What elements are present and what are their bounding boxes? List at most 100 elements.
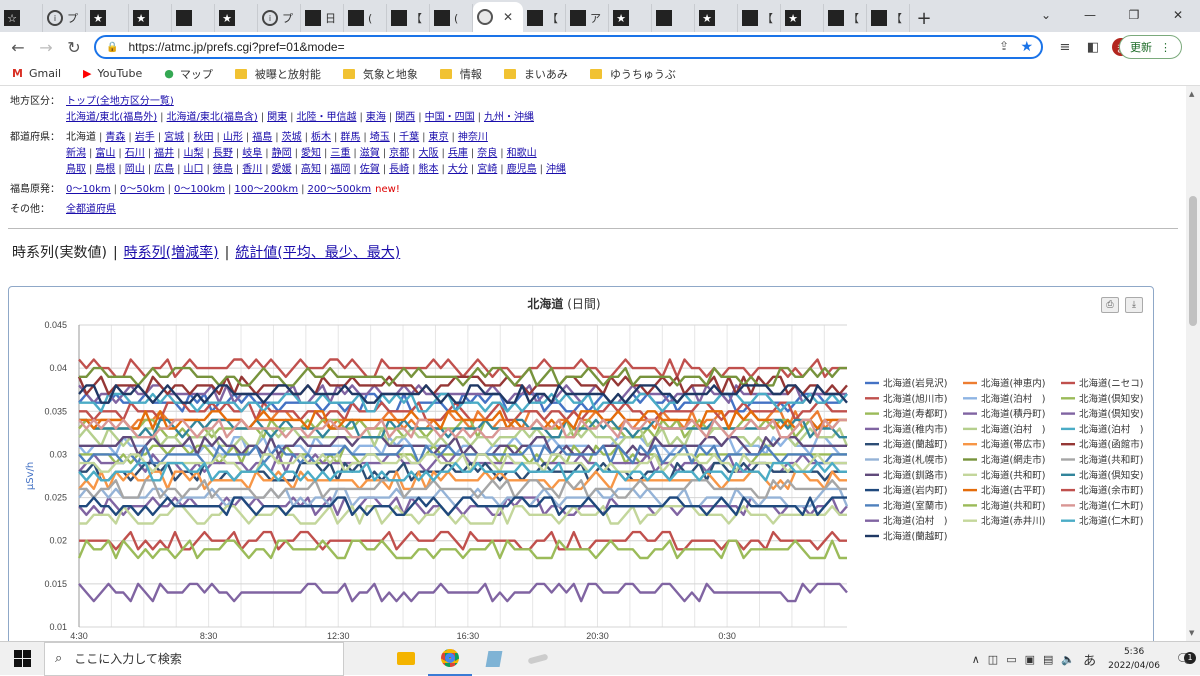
media-icon[interactable]: ≡ bbox=[1052, 32, 1078, 62]
prefecture-link[interactable]: 静岡 bbox=[272, 148, 292, 159]
bookmark-6[interactable]: まいあみ bbox=[503, 66, 568, 82]
tab-after-0[interactable]: 【 bbox=[523, 4, 566, 32]
app-icon[interactable] bbox=[516, 642, 560, 676]
taskbar-search[interactable]: ⌕ ここに入力して検索 bbox=[44, 641, 344, 676]
prefecture-link[interactable]: 青森 bbox=[105, 132, 125, 143]
notepad-icon[interactable] bbox=[472, 642, 516, 676]
prefecture-link[interactable]: 福岡 bbox=[330, 164, 350, 175]
tab-5[interactable]: ★ bbox=[215, 4, 258, 32]
share-icon[interactable]: ⇪ bbox=[999, 39, 1009, 53]
bookmark-0[interactable]: M Gmail bbox=[12, 67, 61, 80]
ime-indicator[interactable]: あ bbox=[1083, 650, 1096, 669]
bookmark-2[interactable]: ● マップ bbox=[164, 66, 213, 82]
bookmark-1[interactable]: ▶ YouTube bbox=[83, 67, 142, 80]
prefecture-link[interactable]: 三重 bbox=[330, 148, 350, 159]
region-link[interactable]: 中国・四国 bbox=[425, 112, 475, 123]
fukushima-link[interactable]: 200〜500km bbox=[307, 184, 371, 195]
region-link[interactable]: 九州・沖縄 bbox=[484, 112, 534, 123]
prefecture-link[interactable]: 兵庫 bbox=[448, 148, 468, 159]
prefecture-link[interactable]: 佐賀 bbox=[360, 164, 380, 175]
file-explorer-icon[interactable] bbox=[384, 642, 428, 676]
tab-8[interactable]: ( bbox=[344, 4, 387, 32]
prefecture-link[interactable]: 福井 bbox=[154, 148, 174, 159]
prefecture-link[interactable]: 富山 bbox=[95, 148, 115, 159]
region-link[interactable]: 東海 bbox=[366, 112, 386, 123]
prefecture-link[interactable]: 茨城 bbox=[282, 132, 302, 143]
reload-button[interactable]: ↻ bbox=[60, 38, 88, 57]
tab-2[interactable]: ★ bbox=[86, 4, 129, 32]
prefecture-link[interactable]: 長野 bbox=[213, 148, 233, 159]
scroll-thumb[interactable] bbox=[1189, 196, 1197, 326]
scroll-down-icon[interactable]: ▼ bbox=[1189, 629, 1194, 637]
lock-icon[interactable]: 🔒 bbox=[106, 42, 118, 53]
update-button[interactable]: 更新 ⋮ bbox=[1119, 35, 1182, 59]
prefecture-link[interactable]: 千葉 bbox=[399, 132, 419, 143]
battery-icon[interactable]: ▭ bbox=[1006, 653, 1016, 666]
prefecture-link[interactable]: 宮崎 bbox=[477, 164, 497, 175]
url-text[interactable]: https://atmc.jp/prefs.cgi?pref=01&mode= bbox=[128, 40, 344, 54]
tab-7[interactable]: 日 bbox=[301, 4, 344, 32]
prefecture-link[interactable]: 神奈川 bbox=[458, 132, 488, 143]
prefecture-link[interactable]: 山口 bbox=[184, 164, 204, 175]
prefecture-link[interactable]: 奈良 bbox=[477, 148, 497, 159]
region-link[interactable]: 北海道/東北(福島外) bbox=[66, 112, 157, 123]
volume-icon[interactable]: 🔈 bbox=[1061, 653, 1075, 666]
prefecture-link[interactable]: 広島 bbox=[154, 164, 174, 175]
view-tab-statistics[interactable]: 統計値(平均、最少、最大) bbox=[235, 245, 400, 261]
region-link[interactable]: トップ(全地方区分一覧) bbox=[66, 96, 174, 107]
chevron-up-icon[interactable]: ∧ bbox=[972, 653, 980, 666]
fukushima-link[interactable]: 100〜200km bbox=[234, 184, 298, 195]
tab-after-5[interactable]: 【 bbox=[738, 4, 781, 32]
region-link[interactable]: 関西 bbox=[395, 112, 415, 123]
region-link[interactable]: 北陸・甲信越 bbox=[296, 112, 356, 123]
prefecture-link[interactable]: 愛知 bbox=[301, 148, 321, 159]
prefecture-link[interactable]: 大阪 bbox=[419, 148, 439, 159]
tab-after-2[interactable]: ★ bbox=[609, 4, 652, 32]
forward-button[interactable]: → bbox=[32, 38, 60, 57]
bookmark-3[interactable]: 被曝と放射能 bbox=[234, 66, 321, 82]
prefecture-link[interactable]: 鹿児島 bbox=[507, 164, 537, 175]
tab-after-4[interactable]: ★ bbox=[695, 4, 738, 32]
tab-6[interactable]: iプ bbox=[258, 4, 301, 32]
active-tab[interactable]: ✕ bbox=[473, 2, 523, 32]
tab-9[interactable]: 【 bbox=[387, 4, 430, 32]
tab-after-1[interactable]: ア bbox=[566, 4, 609, 32]
network-icon[interactable]: ▣ bbox=[1025, 653, 1035, 666]
prefecture-link[interactable]: 熊本 bbox=[419, 164, 439, 175]
other-link[interactable]: 全都道府県 bbox=[66, 204, 116, 215]
prefecture-link[interactable]: 愛媛 bbox=[272, 164, 292, 175]
print-icon[interactable]: ⎙ bbox=[1101, 297, 1119, 313]
tab-after-8[interactable]: 【 bbox=[867, 4, 910, 32]
fukushima-link[interactable]: 0〜10km bbox=[66, 184, 111, 195]
bookmark-star-icon[interactable]: ★ bbox=[1020, 38, 1033, 55]
close-window-button[interactable]: ✕ bbox=[1156, 0, 1200, 30]
prefecture-link[interactable]: 島根 bbox=[95, 164, 115, 175]
prefecture-link[interactable]: 石川 bbox=[125, 148, 145, 159]
new-tab-button[interactable]: + bbox=[910, 4, 938, 32]
restore-button[interactable]: ❐ bbox=[1112, 0, 1156, 30]
prefecture-link[interactable]: 大分 bbox=[448, 164, 468, 175]
region-link[interactable]: 関東 bbox=[267, 112, 287, 123]
prefecture-link[interactable]: 岩手 bbox=[135, 132, 155, 143]
prefecture-link[interactable]: 沖縄 bbox=[546, 164, 566, 175]
prefecture-link[interactable]: 徳島 bbox=[213, 164, 233, 175]
prefecture-link[interactable]: 群馬 bbox=[340, 132, 360, 143]
close-tab-icon[interactable]: ✕ bbox=[503, 10, 513, 24]
prefecture-link[interactable]: 宮城 bbox=[164, 132, 184, 143]
prefecture-link[interactable]: 山梨 bbox=[184, 148, 204, 159]
prefecture-link[interactable]: 和歌山 bbox=[507, 148, 537, 159]
chevron-down-icon[interactable]: ⌄ bbox=[1024, 0, 1068, 30]
tab-after-3[interactable] bbox=[652, 4, 695, 32]
chrome-icon[interactable] bbox=[428, 642, 472, 676]
fukushima-link[interactable]: 0〜50km bbox=[120, 184, 165, 195]
prefecture-link[interactable]: 香川 bbox=[242, 164, 262, 175]
tab-after-6[interactable]: ★ bbox=[781, 4, 824, 32]
prefecture-link[interactable]: 長崎 bbox=[389, 164, 409, 175]
prefecture-link[interactable]: 埼玉 bbox=[370, 132, 390, 143]
tab-1[interactable]: iプ bbox=[43, 4, 86, 32]
sidepanel-icon[interactable]: ◧ bbox=[1080, 32, 1106, 62]
clock[interactable]: 5:36 2022/04/06 bbox=[1108, 645, 1160, 673]
bookmark-4[interactable]: 気象と地象 bbox=[342, 66, 418, 82]
tab-3[interactable]: ★ bbox=[129, 4, 172, 32]
prefecture-link[interactable]: 福島 bbox=[252, 132, 272, 143]
